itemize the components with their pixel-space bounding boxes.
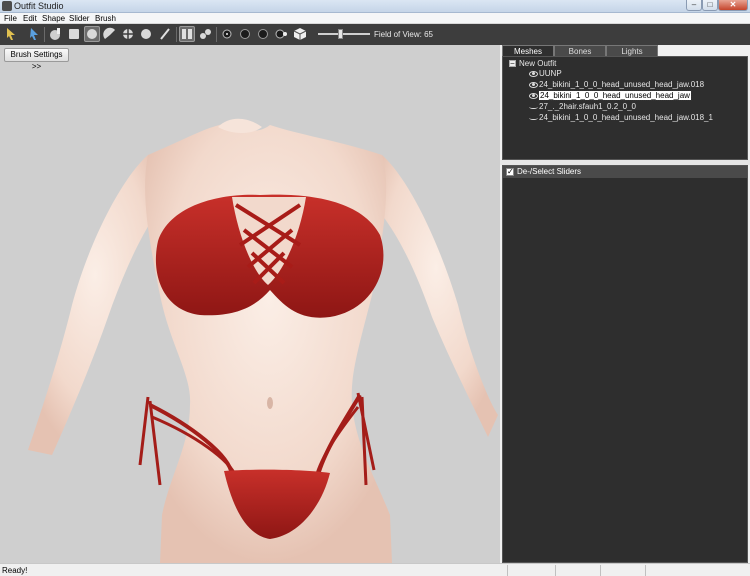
tab-meshes[interactable]: Meshes [502, 45, 554, 56]
deflate-brush-icon[interactable] [102, 26, 118, 42]
window-title: Outfit Studio [14, 1, 64, 11]
panel-tabs: Meshes Bones Lights [502, 45, 750, 56]
select-sliders-checkbox[interactable] [506, 166, 514, 178]
app-icon [2, 1, 12, 11]
move-brush-icon[interactable] [120, 26, 136, 42]
status-text: Ready! [2, 566, 28, 575]
select-tool-icon[interactable] [3, 26, 19, 42]
toolbar: Field of View: 65 [0, 24, 750, 45]
brush-size-small-icon[interactable] [219, 26, 235, 42]
mesh-item[interactable]: 24_bikini_1_0_0_head_unused_head_jaw.018 [529, 80, 704, 90]
vertex-view-icon[interactable] [197, 26, 213, 42]
minimize-button[interactable]: – [686, 0, 702, 11]
eye-icon[interactable] [529, 92, 538, 99]
body-model[interactable] [0, 45, 500, 563]
wireframe-toggle-icon[interactable] [179, 26, 195, 42]
mesh-tree: – New Outfit UUNP 24_bikini_1_0_0_head_u… [502, 56, 748, 160]
sliders-header: De-/Select Sliders [503, 166, 747, 178]
eye-icon[interactable] [529, 70, 538, 77]
sliders-header-label: De-/Select Sliders [517, 167, 582, 176]
inflate-brush-icon[interactable] [84, 26, 100, 42]
mesh-item[interactable]: 27_._2hair.sfauh1_0.2_0_0 [529, 102, 636, 112]
eye-closed-icon[interactable] [529, 105, 538, 109]
tab-lights[interactable]: Lights [606, 45, 658, 56]
right-panel: Meshes Bones Lights – New Outfit UUNP 24… [500, 45, 750, 563]
cube-icon[interactable] [292, 26, 308, 42]
eye-closed-icon[interactable] [529, 116, 538, 120]
brush-size-xlarge-icon[interactable] [273, 26, 289, 42]
status-bar: Ready! [0, 563, 750, 576]
tree-root[interactable]: New Outfit [519, 59, 556, 69]
maximize-button[interactable]: □ [702, 0, 718, 11]
brush-size-medium-icon[interactable] [237, 26, 253, 42]
close-button[interactable]: ✕ [718, 0, 748, 11]
brush-settings-button[interactable]: Brush Settings >> [4, 48, 69, 71]
fov-label: Field of View: 65 [374, 30, 433, 39]
menu-edit[interactable]: Edit [23, 13, 37, 24]
mesh-item[interactable]: 24_bikini_1_0_0_head_unused_head_jaw.018… [529, 113, 713, 123]
tab-bones[interactable]: Bones [554, 45, 606, 56]
fov-slider-thumb[interactable] [338, 29, 343, 39]
title-bar: Outfit Studio – □ ✕ [0, 0, 750, 13]
eye-icon[interactable] [529, 81, 538, 88]
sliders-panel: De-/Select Sliders [502, 165, 748, 563]
menu-shape[interactable]: Shape [42, 13, 65, 24]
smooth-brush-icon[interactable] [138, 26, 154, 42]
brush-size-large-icon[interactable] [255, 26, 271, 42]
menu-file[interactable]: File [4, 13, 17, 24]
mesh-item-selected[interactable]: 24_bikini_1_0_0_head_unused_head_jaw [529, 90, 692, 101]
standard-brush-icon[interactable] [47, 26, 63, 42]
mesh-item[interactable]: UUNP [529, 69, 562, 79]
3d-viewport[interactable]: Brush Settings >> [0, 45, 500, 563]
mask-brush-icon[interactable] [66, 26, 82, 42]
tree-collapse-icon[interactable]: – [509, 60, 516, 67]
transform-tool-icon[interactable] [26, 26, 42, 42]
fov-slider-track[interactable] [318, 33, 370, 35]
menu-slider[interactable]: Slider [69, 13, 89, 24]
menu-bar: File Edit Shape Slider Brush [0, 13, 750, 24]
menu-brush[interactable]: Brush [95, 13, 116, 24]
weight-brush-icon[interactable] [157, 26, 173, 42]
